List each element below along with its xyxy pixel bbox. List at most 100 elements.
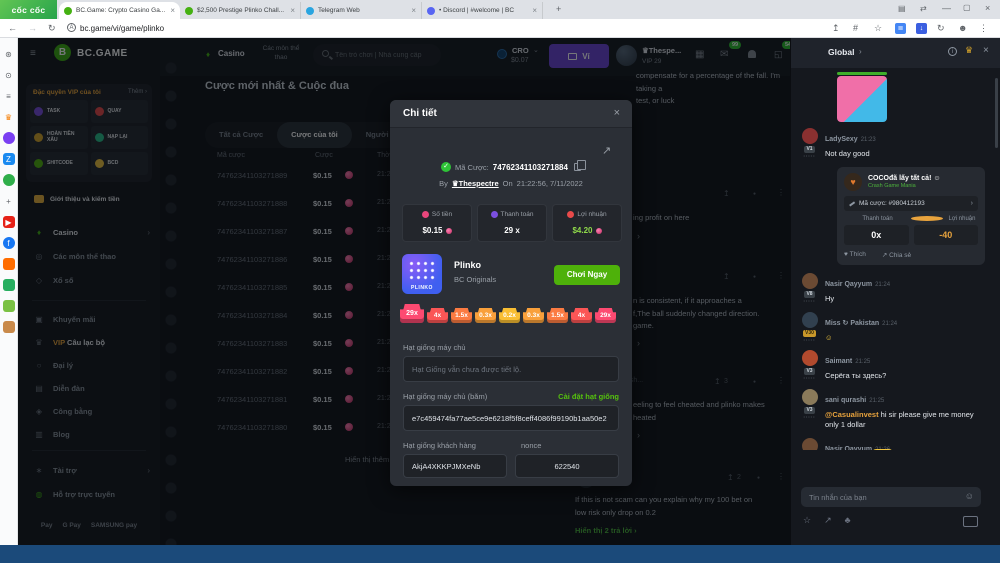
rail-shortcut-icon[interactable]: ⊙ [3, 69, 15, 81]
chat-username[interactable]: LadySexy [825, 136, 858, 143]
chat-username[interactable]: Miss ↻ Pakistan [825, 320, 879, 327]
new-tab-button[interactable]: + [556, 4, 561, 14]
gif-picker-icon[interactable] [963, 516, 978, 527]
tab-title: Telegram Web [318, 7, 360, 14]
emoji-icon[interactable]: ☺ [965, 491, 974, 501]
chat-message[interactable]: V1 LadySexy21:23 Not day good [801, 128, 986, 159]
tab-switch-icon[interactable]: ⇄ [920, 4, 927, 13]
game-row: PLINKO Plinko BC Originals Chơi Ngay [402, 254, 620, 298]
chevron-right-icon: › [970, 199, 973, 207]
rail-shortcut-icon[interactable] [2, 174, 15, 186]
close-icon[interactable]: × [614, 107, 620, 119]
tab-favicon [427, 6, 435, 15]
play-now-button[interactable]: Chơi Ngay [554, 265, 620, 285]
chat-username[interactable]: Nasir Qayyum [825, 281, 872, 288]
address-bar[interactable]: bc.game/vi/game/plinko [80, 24, 164, 33]
reload-icon[interactable]: ↻ [48, 23, 56, 34]
chat-message[interactable]: V8 Nasir Qayyum21:26 Hay 54 [801, 437, 986, 451]
plinko-thumbnail[interactable]: PLINKO [402, 254, 442, 294]
chat-input[interactable] [801, 487, 956, 508]
avatar[interactable] [801, 437, 818, 450]
tab-close-icon[interactable]: × [411, 6, 416, 15]
chat-image-attachment[interactable] [837, 72, 887, 122]
luck-icon[interactable]: ♣ [845, 515, 851, 526]
rain-icon[interactable]: ☆ [803, 515, 811, 526]
browser-tab[interactable]: Telegram Web × [301, 2, 422, 19]
rail-shortcut-icon[interactable]: Z [2, 153, 15, 165]
copy-icon[interactable] [573, 160, 586, 171]
chat-panel: Global › i ♛ × V1 LadySexy21:23 [790, 38, 1000, 545]
forward-icon[interactable]: → [28, 23, 37, 33]
chat-username[interactable]: Nasir Qayyum [825, 446, 872, 451]
rail-shortcut-icon[interactable] [2, 132, 15, 144]
tab-layout-icon[interactable]: ▤ [898, 4, 906, 13]
nonce-label: nonce [521, 441, 542, 450]
tab-close-icon[interactable]: × [532, 6, 537, 15]
rail-shortcut-icon[interactable] [2, 300, 15, 312]
avatar[interactable] [801, 128, 818, 144]
card-subtitle: Crash Game Mania [868, 182, 916, 189]
avatar[interactable] [801, 350, 818, 367]
set-seed-link[interactable]: Cài đặt hạt giống [558, 392, 619, 401]
bookmark-star-icon[interactable]: ☆ [874, 23, 882, 34]
adblock-extension-icon[interactable]: ≣ [895, 23, 906, 34]
browser-tab[interactable]: $2,500 Prestige Plinko Chall... × [180, 2, 301, 19]
shared-bet-card[interactable]: ♥ COCOđã lấy tất cả! ☺ Crash Game Mania … [837, 166, 985, 265]
multiplier-chip: 0.2x [499, 308, 520, 323]
info-icon[interactable]: i [948, 47, 957, 56]
chat-room-selector[interactable]: Global [828, 47, 854, 57]
rail-shortcut-icon[interactable] [2, 258, 15, 270]
browser-tab[interactable]: • Discord | #welcome | BC × [422, 2, 543, 19]
browser-menu-icon[interactable]: ⋮ [979, 23, 988, 34]
rail-shortcut-icon[interactable]: + [3, 195, 15, 207]
rail-shortcut-icon[interactable] [2, 321, 15, 333]
tip-icon[interactable]: ↗ [824, 515, 832, 526]
avatar[interactable] [801, 272, 818, 289]
verified-check-icon: ✓ [441, 162, 452, 172]
rail-shortcut-icon[interactable]: ⊛ [3, 48, 15, 60]
multiplier-chip: 1.5x [451, 308, 472, 323]
browser-tab[interactable]: BC.Game: Crypto Casino Ga... × [59, 2, 180, 19]
back-icon[interactable]: ← [8, 23, 17, 33]
bet-details-modal: Chi tiết × ↗ ✓ Mã Cược: 7476234110327188… [390, 100, 632, 486]
rail-shortcut-icon[interactable] [2, 279, 15, 291]
card-like-button[interactable]: ♥ Thích [844, 251, 866, 258]
chat-message[interactable]: V3 Saimant21:25 Серёга ты здесь? [801, 350, 986, 381]
site-info-icon[interactable]: A [67, 23, 76, 32]
window-maximize-button[interactable]: ▢ [963, 3, 971, 12]
multiplier-chip: 0.3x [523, 308, 544, 323]
rail-shortcut-icon[interactable]: ▶ [2, 216, 15, 228]
rail-shortcut-icon[interactable]: ♛ [3, 111, 15, 123]
chat-message[interactable]: V30 Miss ↻ Pakistan21:24 ☺ [801, 311, 986, 343]
tab-close-icon[interactable]: × [290, 6, 295, 15]
sync-icon[interactable]: ↻ [937, 23, 945, 34]
share-icon[interactable]: ↗ [602, 144, 611, 157]
card-profit-label: Lợi nhuận [948, 215, 976, 222]
chat-username[interactable]: sani qurashi [825, 397, 866, 404]
bet-author[interactable]: ♛Thespectre [452, 179, 499, 188]
avatar[interactable] [801, 389, 818, 405]
chat-scrollbar[interactable] [995, 78, 998, 148]
chat-message[interactable]: V8 Nasir Qayyum21:24 Hy [801, 272, 986, 304]
avatar[interactable] [801, 311, 818, 328]
qr-code-icon[interactable]: # [853, 23, 858, 33]
unread-count-bubble[interactable]: 54 [871, 448, 894, 450]
game-name[interactable]: Plinko [454, 260, 481, 270]
chat-message[interactable]: V3 sani qurashi21:25 @Casualinvest hi si… [801, 389, 986, 430]
rail-shortcut-icon[interactable]: f [2, 237, 15, 249]
rail-shortcut-icon[interactable]: ≡ [3, 90, 15, 102]
card-share-button[interactable]: ↗ Chia sẻ [882, 251, 911, 259]
coccoc-brand[interactable]: cốc cốc [0, 0, 57, 19]
profile-avatar-icon[interactable]: ☻ [958, 23, 967, 33]
chat-input-wrap[interactable]: ☺ [801, 487, 981, 508]
window-close-button[interactable]: × [985, 3, 990, 13]
tab-close-icon[interactable]: × [170, 6, 175, 15]
chat-close-icon[interactable]: × [983, 45, 989, 56]
save-page-icon[interactable]: ↥ [832, 23, 840, 34]
chat-username[interactable]: Saimant [825, 358, 852, 365]
download-manager-icon[interactable]: ↓ [916, 23, 927, 34]
card-bet-row[interactable]: Mã cược: #980412193 › [844, 195, 978, 211]
window-minimize-button[interactable]: — [942, 3, 951, 13]
multiplier-chip: 1.5x [547, 308, 568, 323]
trophy-icon[interactable]: ♛ [965, 45, 973, 56]
